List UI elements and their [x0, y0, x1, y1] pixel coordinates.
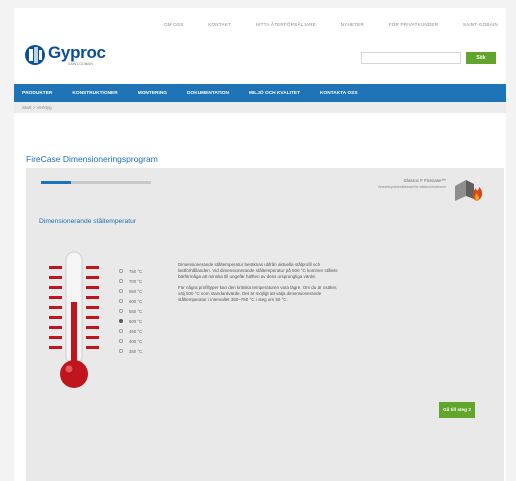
- page: Om Oss Kontakt Hitta återförsäljare Nyhe…: [14, 8, 506, 481]
- logo-tagline: SAINT-GOBAIN: [68, 62, 93, 66]
- temperature-option[interactable]: 650 °C: [119, 286, 142, 296]
- description: Dimensionerande ståltemperatur beräknas …: [178, 262, 338, 307]
- page-title: FireCase Dimensioneringsprogram: [26, 154, 158, 164]
- product-brand-subtitle: Brandskyddsbeklädnad för stålkonstruktio…: [378, 185, 446, 189]
- logo-wordmark: Gyproc: [48, 43, 106, 62]
- top-link-private[interactable]: För privatkunder: [389, 22, 438, 27]
- top-link-saint-gobain[interactable]: Saint-Gobain: [463, 22, 498, 27]
- temperature-label: 700 °C: [129, 278, 143, 284]
- nav-item-documentation[interactable]: Dokumentation: [187, 91, 229, 96]
- temperature-option[interactable]: 450 °C: [119, 326, 142, 336]
- temperature-radio[interactable]: [119, 269, 123, 273]
- temperature-option[interactable]: 500 °C: [119, 316, 142, 326]
- temperature-option[interactable]: 350 °C: [119, 346, 142, 356]
- fire-protection-icon: [455, 180, 483, 201]
- step-title: Dimensionerande ståltemperatur: [39, 218, 137, 225]
- temperature-label: 500 °C: [129, 318, 143, 324]
- temperature-radio[interactable]: [119, 289, 123, 293]
- temperature-label: 550 °C: [129, 308, 143, 314]
- main-nav: Produkter Konstruktioner Montering Dokum…: [14, 84, 506, 102]
- temperature-option[interactable]: 750 °C: [119, 266, 142, 276]
- temperature-label: 450 °C: [129, 328, 143, 334]
- temperature-label: 750 °C: [129, 268, 143, 274]
- temperature-radio[interactable]: [119, 299, 123, 303]
- top-link-retailers[interactable]: Hitta återförsäljare: [256, 22, 316, 27]
- temperature-label: 400 °C: [129, 338, 143, 344]
- thermometer-icon: [46, 248, 102, 398]
- temperature-radio[interactable]: [119, 309, 123, 313]
- top-link-news[interactable]: Nyheter: [341, 22, 364, 27]
- temperature-radio[interactable]: [119, 279, 123, 283]
- nav-item-environment[interactable]: Miljö och kvalitet: [249, 91, 300, 96]
- gyproc-logo-icon: [25, 45, 45, 65]
- temperature-label: 600 °C: [129, 298, 143, 304]
- top-link-about[interactable]: Om Oss: [164, 22, 184, 27]
- temperature-option[interactable]: 700 °C: [119, 276, 142, 286]
- top-link-contact[interactable]: Kontakt: [208, 22, 231, 27]
- nav-item-products[interactable]: Produkter: [22, 91, 52, 96]
- temperature-radio[interactable]: [119, 349, 123, 353]
- gyproc-logo[interactable]: Gyproc SAINT-GOBAIN: [24, 40, 114, 70]
- breadcrumb[interactable]: Start > Verktyg: [22, 105, 52, 110]
- temperature-label: 350 °C: [129, 348, 143, 354]
- step-progress-fill: [41, 181, 71, 184]
- temperature-option[interactable]: 600 °C: [119, 296, 142, 306]
- temperature-label: 650 °C: [129, 288, 143, 294]
- description-paragraph: Dimensionerande ståltemperatur beräknas …: [178, 262, 338, 280]
- temperature-option[interactable]: 550 °C: [119, 306, 142, 316]
- temperature-option[interactable]: 400 °C: [119, 336, 142, 346]
- top-links: Om Oss Kontakt Hitta återförsäljare Nyhe…: [164, 22, 498, 27]
- search-input[interactable]: [361, 52, 461, 64]
- nav-item-contact[interactable]: Kontakta oss: [320, 91, 358, 96]
- step-progress-bar: [41, 181, 151, 184]
- calculator-panel: Glasroc F Firecase™ Brandskyddsbeklädnad…: [26, 168, 504, 481]
- temperature-radio[interactable]: [119, 329, 123, 333]
- temperature-radio[interactable]: [119, 319, 123, 323]
- nav-item-installation[interactable]: Montering: [138, 91, 167, 96]
- next-step-button[interactable]: Gå till steg 2: [439, 402, 475, 418]
- product-brand-title: Glasroc F Firecase™: [403, 178, 446, 183]
- search-button[interactable]: Sök: [466, 52, 496, 64]
- temperature-options: 750 °C 700 °C 650 °C 600 °C 550 °C 500 °C 450 …: [119, 266, 142, 356]
- breadcrumb-bar: Start > Verktyg: [14, 102, 506, 113]
- description-paragraph: För några profiltyper kan den kritiska t…: [178, 284, 338, 303]
- temperature-radio[interactable]: [119, 339, 123, 343]
- nav-item-constructions[interactable]: Konstruktioner: [72, 91, 117, 96]
